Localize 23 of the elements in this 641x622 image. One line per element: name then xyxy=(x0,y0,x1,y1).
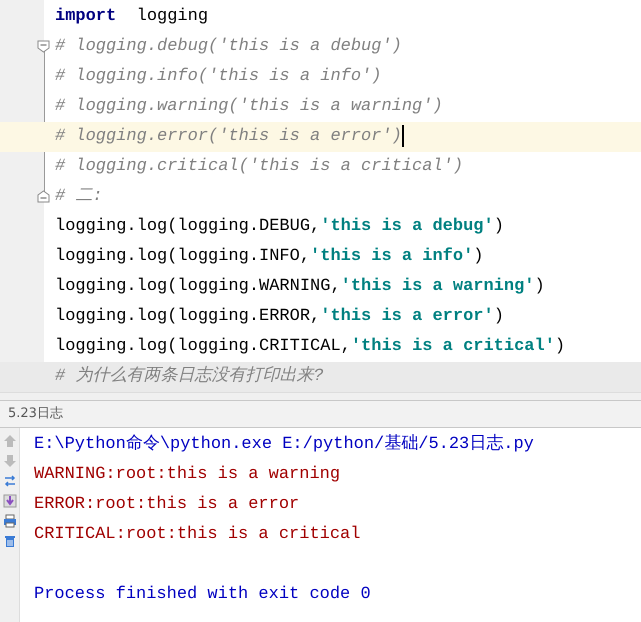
download-icon[interactable] xyxy=(2,494,16,508)
console-line: ERROR:root:this is a error xyxy=(34,495,300,514)
print-icon[interactable] xyxy=(2,514,16,528)
code-line: logging.log(logging.INFO,'this is a info') xyxy=(54,246,484,268)
code-line: # logging.warning('this is a warning') xyxy=(54,96,444,118)
code-line: logging.log(logging.ERROR,'this is a error') xyxy=(54,306,505,328)
code-line: # 二: xyxy=(0,182,641,212)
trash-icon[interactable] xyxy=(2,534,16,548)
code-line: logging.log(logging.DEBUG,'this is a debug') xyxy=(54,216,505,238)
console-line: CRITICAL:root:this is a critical xyxy=(34,525,360,544)
fold-icon[interactable] xyxy=(37,190,50,203)
console-line: WARNING:root:this is a warning xyxy=(34,465,340,484)
fold-icon[interactable] xyxy=(37,40,50,53)
code-line: logging.log(logging.WARNING,'this is a warning') xyxy=(54,276,546,298)
code-line: # logging.info('this is a info') xyxy=(54,66,382,88)
code-line: import logging xyxy=(54,6,210,28)
run-tab[interactable]: 5.23日志 xyxy=(8,406,63,421)
console-line: Process finished with exit code 0 xyxy=(34,585,371,604)
code-line: logging.log(logging.CRITICAL,'this is a critical') xyxy=(54,336,566,358)
code-line: # logging.critical('this is a critical') xyxy=(54,156,464,178)
code-line: # logging.debug('this is a debug') xyxy=(0,32,641,62)
wrap-icon[interactable] xyxy=(2,474,16,488)
console-line: E:\Python命令\python.exe E:/python/基础/5.23日志.py xyxy=(34,435,534,454)
